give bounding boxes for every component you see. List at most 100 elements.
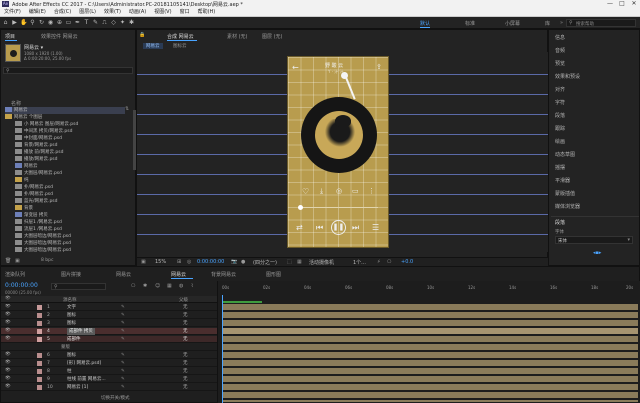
tab-render-queue[interactable]: 渲染队列 [5, 271, 25, 278]
progress-handle[interactable] [298, 205, 303, 210]
list-item[interactable]: 播放/网易云.psd [15, 156, 58, 163]
list-item[interactable]: 蓝光/网易云.psd [15, 198, 58, 205]
eye-icon[interactable]: 👁 [5, 312, 11, 317]
menu-window[interactable]: 窗口 [176, 8, 194, 17]
views-select[interactable]: 1个... [353, 259, 366, 266]
list-item[interactable]: 大图层/网易云.psd [15, 170, 62, 177]
bit-depth[interactable]: 8 bpc [41, 258, 53, 263]
eye-icon[interactable]: 👁 [5, 368, 11, 373]
workspace-standard[interactable]: 标准 [465, 20, 475, 27]
like-icon[interactable]: ♡ [302, 187, 309, 196]
workspace-default[interactable]: 默认 [420, 20, 430, 27]
roto-tool-icon[interactable]: ✦ [119, 19, 126, 26]
minimize-button[interactable]: — [604, 0, 616, 8]
maximize-button[interactable]: □ [616, 0, 628, 8]
panel-media-browser[interactable]: 媒体浏览器 [555, 203, 580, 210]
table-row[interactable]: 👁 3 图标 ✎ 无 [1, 320, 217, 327]
color-channel-icon[interactable]: ● [241, 259, 245, 265]
pen-tool-icon[interactable]: ✒ [74, 19, 81, 26]
graph-editor-icon[interactable]: ⌇ [191, 283, 193, 289]
list-item[interactable]: 背景 [15, 205, 33, 212]
workspace-library[interactable]: 库 [545, 20, 550, 27]
panel-paint[interactable]: 绘画 [555, 138, 565, 145]
exposure-value[interactable]: +0.0 [401, 259, 413, 265]
comp-flowchart-icon[interactable]: ⎔ [131, 283, 135, 289]
list-item[interactable]: 大图层暗边/网易云.psd [15, 240, 71, 247]
column-parent[interactable]: 父级 [179, 297, 188, 303]
eye-icon[interactable]: 👁 [5, 352, 11, 357]
eye-icon[interactable]: 👁 [5, 376, 11, 381]
current-time-indicator[interactable] [222, 295, 223, 403]
flowchart-icon[interactable]: ⎔ [387, 259, 391, 265]
panel-wiggler[interactable]: 摇摆 [555, 164, 565, 171]
panel-preview[interactable]: 预览 [555, 60, 565, 67]
workspace-small-screen[interactable]: 小屏幕 [505, 20, 520, 27]
table-row[interactable]: 👁 8 柱 ✎ 无 [1, 368, 217, 375]
panel-character[interactable]: 字符 [555, 99, 565, 106]
tab-effect-controls[interactable]: 效果控件 网易云 [41, 33, 78, 40]
comp-viewer[interactable]: ← 野 酸 云 Y · 汁 汁 ⇪ ♡ ⤓ ◎ ▭ ⋮ ⇄ ⏮ ❚❚ ⏭ ☰ [137, 52, 549, 252]
trash-icon[interactable]: 🗑 [5, 258, 11, 264]
next-icon[interactable]: ⏭ [352, 223, 359, 233]
previous-icon[interactable]: ⏮ [316, 223, 323, 233]
time-ruler[interactable]: 00s 02s 04s 06s 08s 10s 12s 14s 16s 18s … [222, 285, 638, 295]
list-item[interactable]: 渐变层 拷贝 [15, 212, 48, 219]
menu-view[interactable]: 视图(V) [150, 8, 175, 17]
table-row[interactable]: 👁 2 图标 ✎ 无 [1, 312, 217, 319]
zoom-tool-icon[interactable]: ⚲ [29, 19, 36, 26]
list-item[interactable]: 网易云 个图层 [5, 114, 42, 121]
tab-background-comp[interactable]: 背景网易云 [211, 271, 236, 278]
loop-icon[interactable]: ⇄ [296, 223, 303, 232]
viewer-timecode[interactable]: 0:00:00:00 [197, 259, 224, 265]
eye-icon[interactable]: 👁 [5, 320, 11, 325]
sound-effect-icon[interactable]: ◎ [336, 187, 342, 195]
camera-select[interactable]: 活动摄像机 [309, 259, 334, 266]
breadcrumb-sub[interactable]: 图标云 [173, 43, 187, 49]
column-source-name[interactable]: 源名称 [63, 297, 77, 303]
rotate-tool-icon[interactable]: ↻ [38, 19, 45, 26]
frame-blending-icon[interactable]: ▦ [167, 283, 172, 289]
comp-name[interactable]: 网易云 ▾ [24, 44, 43, 51]
transparency-grid-icon[interactable]: ▦ [297, 259, 302, 265]
mask-visibility-icon[interactable]: ◎ [187, 259, 191, 265]
list-item[interactable]: 大图层暗边/网易云.psd [15, 233, 71, 240]
menu-layer[interactable]: 图层(L) [75, 8, 100, 17]
list-item[interactable]: 流层1 /网易云.psd [15, 226, 62, 233]
table-row[interactable]: 👁 7 [形] 网易云.psd] ✎ 无 [1, 360, 217, 367]
list-item[interactable]: 中间黑 拷贝/网易云.psd [15, 128, 72, 135]
menu-animation[interactable]: 动画(A) [125, 8, 150, 17]
back-arrow-icon[interactable]: ← [292, 63, 299, 72]
pause-button[interactable]: ❚❚ [331, 220, 346, 235]
list-item[interactable]: 小 网易云 图层/网易云.psd [15, 121, 78, 128]
draft-3d-icon[interactable]: ✱ [143, 283, 147, 289]
list-item[interactable]: 播放 前/网易云.psd [15, 149, 63, 156]
more-icon[interactable]: ⋮ [368, 187, 375, 195]
timeline-tracks[interactable]: 00s 02s 04s 06s 08s 10s 12s 14s 16s 18s … [217, 281, 640, 403]
table-row[interactable]: 👁 6 图标 ✎ 无 [1, 352, 217, 359]
rectangle-tool-icon[interactable]: ▭ [65, 19, 72, 26]
download-icon[interactable]: ⤓ [320, 187, 323, 196]
list-item[interactable]: 大图层暗边/网易云.psd [15, 247, 71, 254]
eraser-tool-icon[interactable]: ◇ [110, 19, 117, 26]
tab-composition[interactable]: 合成 网易云 [167, 33, 194, 40]
panel-info[interactable]: 信息 [555, 34, 565, 41]
tab-image-stitch[interactable]: 图片拼接 [61, 271, 81, 278]
lock-icon[interactable]: 🔒 [139, 32, 145, 38]
list-item[interactable]: 纯 [15, 177, 29, 184]
panel-smoother[interactable]: 平滑器 [555, 177, 570, 184]
table-row[interactable]: 👁 10 网易云 [1] ✎ 无 [1, 384, 217, 391]
region-icon[interactable]: ⬚ [287, 259, 292, 265]
shy-icon[interactable]: ☺ [155, 283, 160, 289]
layer-bars[interactable] [222, 304, 638, 402]
panel-align[interactable]: 对齐 [555, 86, 565, 93]
pan-behind-tool-icon[interactable]: ⊕ [56, 19, 63, 26]
eye-icon[interactable]: 👁 [5, 360, 11, 365]
panel-paragraph[interactable]: 段落 [555, 112, 565, 119]
timeline-timecode[interactable]: 0:00:00:00 [5, 282, 38, 289]
list-item[interactable]: 扫层1 /网易云.psd [15, 219, 62, 226]
home-icon[interactable]: ⌂ [2, 19, 9, 26]
selected-layer-bar[interactable] [222, 328, 638, 334]
list-item[interactable]: 背景/网易云.psd [15, 142, 58, 149]
layer-search-input[interactable]: ⚲ [51, 283, 106, 290]
work-area-bar[interactable] [222, 301, 262, 303]
